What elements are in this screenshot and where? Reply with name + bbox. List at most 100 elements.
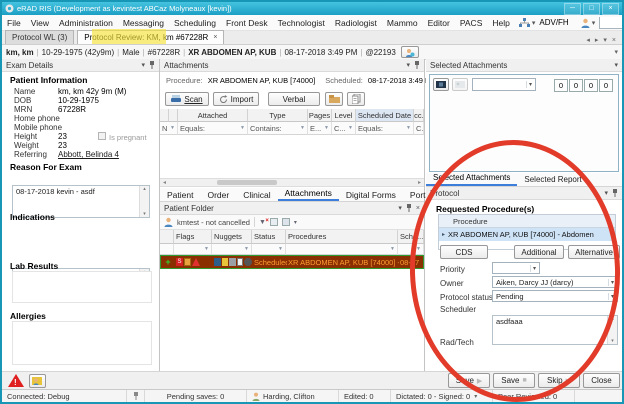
add-icon[interactable]: + — [165, 258, 170, 266]
image-view-button[interactable] — [452, 78, 468, 91]
expand-row-icon[interactable] — [442, 231, 445, 238]
procedure-column-header[interactable]: Procedure — [439, 215, 615, 228]
filter-funnel-icon[interactable] — [170, 125, 175, 131]
status-dropdown-icon[interactable] — [474, 393, 477, 400]
grid-view-icon[interactable] — [270, 218, 278, 226]
import-button[interactable]: Import — [213, 92, 259, 106]
scrollbar[interactable] — [139, 186, 149, 217]
tab-attachments[interactable]: Attachments — [278, 186, 339, 201]
filter-cell[interactable] — [160, 244, 174, 255]
scrollbar[interactable] — [607, 316, 617, 344]
filter-cell[interactable] — [286, 244, 398, 255]
tab-digital-forms[interactable]: Digital Forms — [339, 188, 403, 201]
save-stay-button[interactable]: Save — [493, 373, 535, 388]
tab-close-all-icon[interactable] — [612, 37, 616, 44]
status-pin-icon[interactable] — [127, 390, 145, 402]
filter-funnel-icon[interactable] — [240, 125, 245, 131]
col-procedures[interactable]: Procedures — [286, 230, 398, 244]
menu-help[interactable]: Help — [487, 18, 514, 28]
menu-messaging[interactable]: Messaging — [118, 18, 169, 28]
maximize-button[interactable] — [583, 3, 600, 15]
scheduler-textarea[interactable]: asdfaaa — [492, 315, 618, 345]
combo-dropdown-icon[interactable] — [608, 293, 614, 300]
scroll-left-icon[interactable] — [160, 179, 169, 186]
panel-close-icon[interactable] — [416, 205, 420, 212]
tab-protocol-wl[interactable]: Protocol WL (3) — [5, 30, 74, 44]
additional-button[interactable]: Additional — [514, 245, 564, 259]
close-button[interactable] — [602, 3, 619, 15]
filter-funnel-icon[interactable] — [406, 125, 411, 131]
folder-icon-button[interactable] — [325, 92, 343, 106]
document-icon-button[interactable] — [347, 92, 365, 106]
filter-funnel-icon[interactable] — [348, 125, 353, 131]
user-icon[interactable] — [581, 18, 596, 28]
expand-cell[interactable]: + — [161, 256, 175, 268]
combo-dropdown-icon[interactable] — [526, 81, 532, 88]
minimize-button[interactable] — [564, 3, 581, 15]
col-scheduled[interactable]: Sche... — [398, 230, 424, 244]
filter-cell[interactable]: Equals: — [178, 122, 248, 135]
protocol-status-combo[interactable]: Pending — [492, 290, 618, 302]
save-next-button[interactable]: Save — [448, 373, 490, 388]
verbal-button[interactable]: Verbal — [268, 92, 320, 106]
banner-dropdown-icon[interactable] — [614, 48, 618, 56]
scan-button[interactable]: Scan — [165, 92, 209, 106]
attachments-grid-body[interactable] — [160, 135, 424, 178]
filter-cell[interactable] — [174, 244, 212, 255]
skip-button[interactable]: Skip — [538, 373, 580, 388]
filter-funnel-icon[interactable] — [324, 125, 329, 131]
scroll-down-icon[interactable] — [611, 338, 614, 344]
menu-file[interactable]: File — [2, 18, 26, 28]
panel-menu-icon[interactable] — [398, 204, 402, 212]
col-accession[interactable]: Acc... — [414, 109, 424, 122]
col-pages[interactable]: Pages — [308, 109, 332, 122]
col-scheduled-date[interactable]: Scheduled Date — [356, 109, 414, 122]
panel-menu-icon[interactable] — [141, 61, 145, 69]
filter-cell[interactable] — [252, 244, 286, 255]
tab-protocol-review[interactable]: Protocol Review: KM, km #67228R — [77, 30, 224, 44]
tab-patient[interactable]: Patient — [160, 188, 200, 201]
alternative-button[interactable]: Alternative — [568, 245, 620, 259]
filter-funnel-icon[interactable] — [244, 246, 249, 252]
col-type[interactable]: Type — [248, 109, 308, 122]
pin-icon[interactable] — [414, 61, 420, 69]
menu-mammo[interactable]: Mammo — [382, 18, 423, 28]
filter-cell[interactable]: Equals: — [356, 122, 414, 135]
combo-dropdown-icon[interactable] — [530, 265, 536, 272]
tab-order[interactable]: Order — [200, 188, 236, 201]
close-exam-button[interactable]: Close — [583, 373, 620, 388]
patient-photo-button[interactable] — [401, 46, 419, 58]
tab-clinical[interactable]: Clinical — [236, 188, 277, 201]
scroll-up-icon[interactable] — [611, 316, 614, 322]
tab-selected-attachments[interactable]: Selected Attachments — [426, 171, 517, 186]
panel-menu-icon[interactable] — [604, 189, 608, 197]
pin-icon[interactable] — [149, 61, 155, 69]
panel-menu-icon[interactable] — [614, 61, 618, 69]
org-chart-icon[interactable] — [519, 18, 536, 27]
filter-funnel-icon[interactable] — [204, 246, 209, 252]
folder-filter-label[interactable]: kmtest - not cancelled — [177, 218, 250, 227]
tab-close-icon[interactable] — [213, 34, 217, 41]
col-status[interactable]: Status — [252, 230, 286, 244]
scroll-thumb[interactable] — [217, 180, 277, 185]
menu-pacs[interactable]: PACS — [455, 18, 488, 28]
filter-funnel-icon[interactable] — [300, 125, 305, 131]
patient-alert-button[interactable] — [29, 374, 46, 388]
filter-cell[interactable]: N — [160, 122, 178, 135]
exam-row[interactable]: + S Scheduled XR ABDOMEN AP, KUB [74000]… — [160, 255, 424, 269]
panel-menu-icon[interactable] — [406, 61, 410, 69]
filter-cell[interactable]: C... — [332, 122, 356, 135]
user-dropdown-icon[interactable] — [592, 19, 596, 27]
col-level[interactable]: Level — [332, 109, 356, 122]
filter-cell[interactable]: Contains: — [248, 122, 308, 135]
filter-funnel-icon[interactable] — [416, 246, 421, 252]
menu-radiologist[interactable]: Radiologist — [330, 18, 382, 28]
filter-cell[interactable]: C... — [414, 122, 424, 135]
combo-dropdown-icon[interactable] — [608, 279, 614, 286]
tab-prev-icon[interactable] — [586, 36, 590, 44]
attachment-type-combo[interactable] — [472, 78, 536, 91]
menu-front-desk[interactable]: Front Desk — [221, 18, 273, 28]
tab-next-icon[interactable] — [595, 36, 599, 44]
is-pregnant-checkbox[interactable] — [98, 132, 106, 140]
dictated-signed-count[interactable]: Dictated: 0 - Signed: 0 — [391, 390, 493, 402]
